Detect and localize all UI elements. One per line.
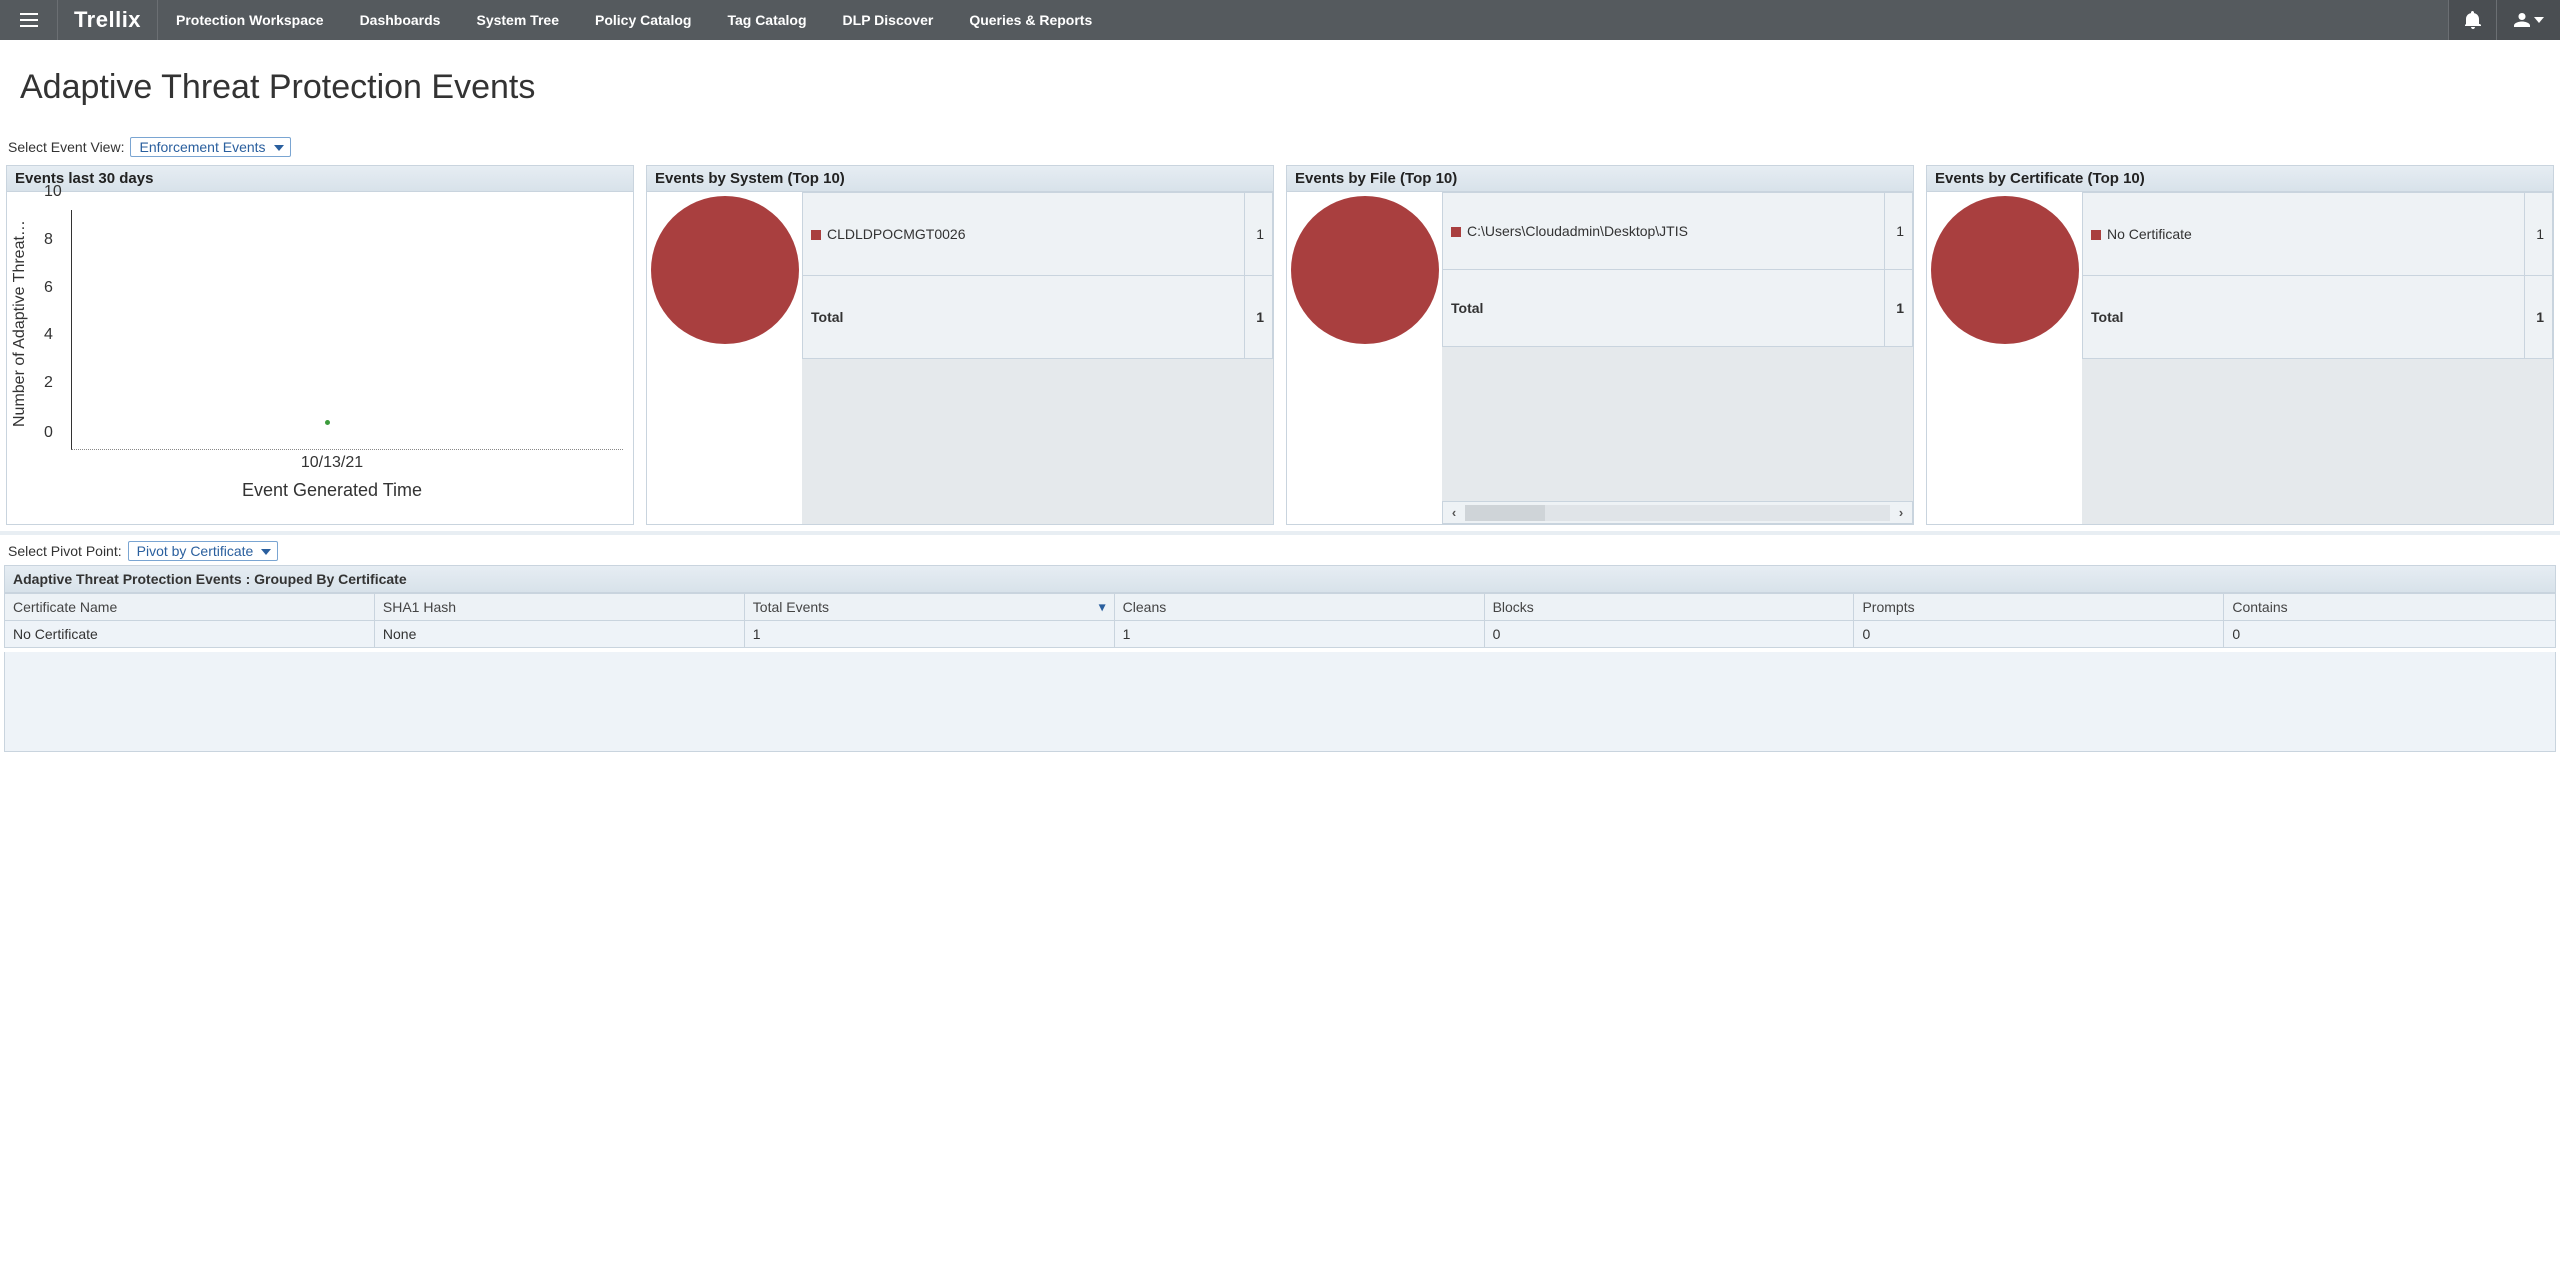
grid-header-row: Certificate Name SHA1 Hash Total Events ▾…	[5, 594, 2556, 621]
pivot-select[interactable]: Pivot by Certificate	[128, 541, 279, 561]
y-tick: 0	[44, 424, 53, 442]
legend-row[interactable]: CLDLDPOCMGT0026 1	[803, 193, 1273, 276]
legend-label: No Certificate	[2107, 226, 2192, 242]
legend-hscrollbar[interactable]: ‹ ›	[1442, 501, 1913, 524]
data-point[interactable]	[325, 420, 330, 425]
legend-total-label: Total	[2083, 275, 2525, 358]
cell-cleans: 1	[1114, 621, 1484, 648]
nav-dlp-discover[interactable]: DLP Discover	[825, 0, 952, 40]
col-total-events[interactable]: Total Events ▾	[744, 594, 1114, 621]
legend-count: 1	[1885, 193, 1913, 270]
legend-label: C:\Users\Cloudadmin\Desktop\JTIS	[1467, 223, 1688, 239]
legend-total-count: 1	[1885, 270, 1913, 347]
notifications-button[interactable]	[2448, 0, 2496, 40]
legend-swatch-icon	[811, 230, 821, 240]
x-tick: 10/13/21	[41, 454, 623, 472]
header-actions	[2448, 0, 2560, 40]
legend-swatch-icon	[2091, 230, 2101, 240]
menu-toggle-button[interactable]	[0, 0, 58, 40]
scroll-left-button[interactable]: ‹	[1443, 505, 1465, 520]
cell-contains: 0	[2224, 621, 2556, 648]
cell-blocks: 0	[1484, 621, 1854, 648]
pie-chart[interactable]	[1931, 196, 2079, 344]
plot-area: 0 2 4 6 8 10	[71, 210, 623, 450]
legend-total-label: Total	[803, 275, 1245, 358]
pie-chart[interactable]	[651, 196, 799, 344]
grouped-section-header: Adaptive Threat Protection Events : Grou…	[4, 565, 2556, 593]
cell-prompts: 0	[1854, 621, 2224, 648]
chevron-down-icon	[2534, 17, 2544, 23]
col-cleans[interactable]: Cleans	[1114, 594, 1484, 621]
grid-empty-area	[4, 652, 2556, 752]
legend-count: 1	[1245, 193, 1273, 276]
legend-total-row: Total1	[803, 275, 1273, 358]
y-tick: 2	[44, 374, 53, 392]
pivot-row: Select Pivot Point: Pivot by Certificate	[0, 535, 2560, 565]
panel-events-by-certificate: Events by Certificate (Top 10) No Certif…	[1926, 165, 2554, 525]
panel-header: Events by System (Top 10)	[647, 166, 1273, 192]
bell-icon	[2465, 11, 2481, 29]
panel-header: Events by Certificate (Top 10)	[1927, 166, 2553, 192]
dashboard-panels: Events last 30 days Number of Adaptive T…	[0, 161, 2560, 531]
panel-events-by-file: Events by File (Top 10) C:\Users\Cloudad…	[1286, 165, 1914, 525]
col-contains[interactable]: Contains	[2224, 594, 2556, 621]
legend-table: CLDLDPOCMGT0026 1 Total1	[802, 192, 1273, 359]
scroll-right-button[interactable]: ›	[1890, 505, 1912, 520]
legend-swatch-icon	[1451, 227, 1461, 237]
event-view-row: Select Event View: Enforcement Events	[0, 133, 2560, 161]
panel-header: Events by File (Top 10)	[1287, 166, 1913, 192]
scroll-track[interactable]	[1465, 505, 1890, 521]
event-view-select[interactable]: Enforcement Events	[130, 137, 290, 157]
pie-chart[interactable]	[1291, 196, 1439, 344]
legend-total-count: 1	[1245, 275, 1273, 358]
panel-header: Events last 30 days	[7, 166, 633, 192]
legend-row[interactable]: No Certificate 1	[2083, 193, 2553, 276]
brand-logo[interactable]: Trellix	[58, 0, 158, 40]
col-prompts[interactable]: Prompts	[1854, 594, 2224, 621]
y-tick: 10	[44, 183, 62, 201]
panel-events-last-30-days: Events last 30 days Number of Adaptive T…	[6, 165, 634, 525]
y-tick: 6	[44, 279, 53, 297]
legend-total-row: Total1	[1443, 270, 1913, 347]
user-menu-button[interactable]	[2496, 0, 2560, 40]
nav-dashboards[interactable]: Dashboards	[342, 0, 459, 40]
legend-count: 1	[2525, 193, 2553, 276]
event-view-label: Select Event View:	[8, 139, 124, 155]
y-tick: 8	[44, 231, 53, 249]
nav-system-tree[interactable]: System Tree	[458, 0, 577, 40]
panel-events-by-system: Events by System (Top 10) CLDLDPOCMGT002…	[646, 165, 1274, 525]
col-sha1-hash[interactable]: SHA1 Hash	[374, 594, 744, 621]
page-title: Adaptive Threat Protection Events	[0, 40, 2560, 133]
cell-sha1-hash: None	[374, 621, 744, 648]
nav-protection-workspace[interactable]: Protection Workspace	[158, 0, 342, 40]
app-header: Trellix Protection Workspace Dashboards …	[0, 0, 2560, 40]
legend-total-label: Total	[1443, 270, 1885, 347]
user-icon	[2514, 12, 2530, 28]
events-grid: Certificate Name SHA1 Hash Total Events ▾…	[4, 593, 2556, 648]
legend-label: CLDLDPOCMGT0026	[827, 226, 966, 242]
scroll-thumb[interactable]	[1465, 505, 1545, 521]
primary-nav: Protection Workspace Dashboards System T…	[158, 0, 1110, 40]
y-axis-label: Number of Adaptive Threat…	[11, 204, 29, 444]
x-axis-label: Event Generated Time	[41, 480, 623, 501]
nav-tag-catalog[interactable]: Tag Catalog	[709, 0, 824, 40]
scatter-chart: Number of Adaptive Threat… 0 2 4 6 8 10 …	[7, 192, 633, 524]
cell-certificate-name: No Certificate	[5, 621, 375, 648]
legend-total-count: 1	[2525, 275, 2553, 358]
legend-table: No Certificate 1 Total1	[2082, 192, 2553, 359]
col-blocks[interactable]: Blocks	[1484, 594, 1854, 621]
nav-policy-catalog[interactable]: Policy Catalog	[577, 0, 709, 40]
legend-row[interactable]: C:\Users\Cloudadmin\Desktop\JTIS 1	[1443, 193, 1913, 270]
legend-table: C:\Users\Cloudadmin\Desktop\JTIS 1 Total1	[1442, 192, 1913, 347]
nav-queries-reports[interactable]: Queries & Reports	[951, 0, 1110, 40]
col-certificate-name[interactable]: Certificate Name	[5, 594, 375, 621]
y-tick: 4	[44, 326, 53, 344]
chevron-down-icon: ▾	[1099, 599, 1106, 616]
hamburger-icon	[20, 13, 38, 27]
cell-total-events: 1	[744, 621, 1114, 648]
grid-row[interactable]: No Certificate None 1 1 0 0 0	[5, 621, 2556, 648]
legend-total-row: Total1	[2083, 275, 2553, 358]
pivot-label: Select Pivot Point:	[8, 543, 122, 559]
col-label: Total Events	[753, 599, 829, 615]
